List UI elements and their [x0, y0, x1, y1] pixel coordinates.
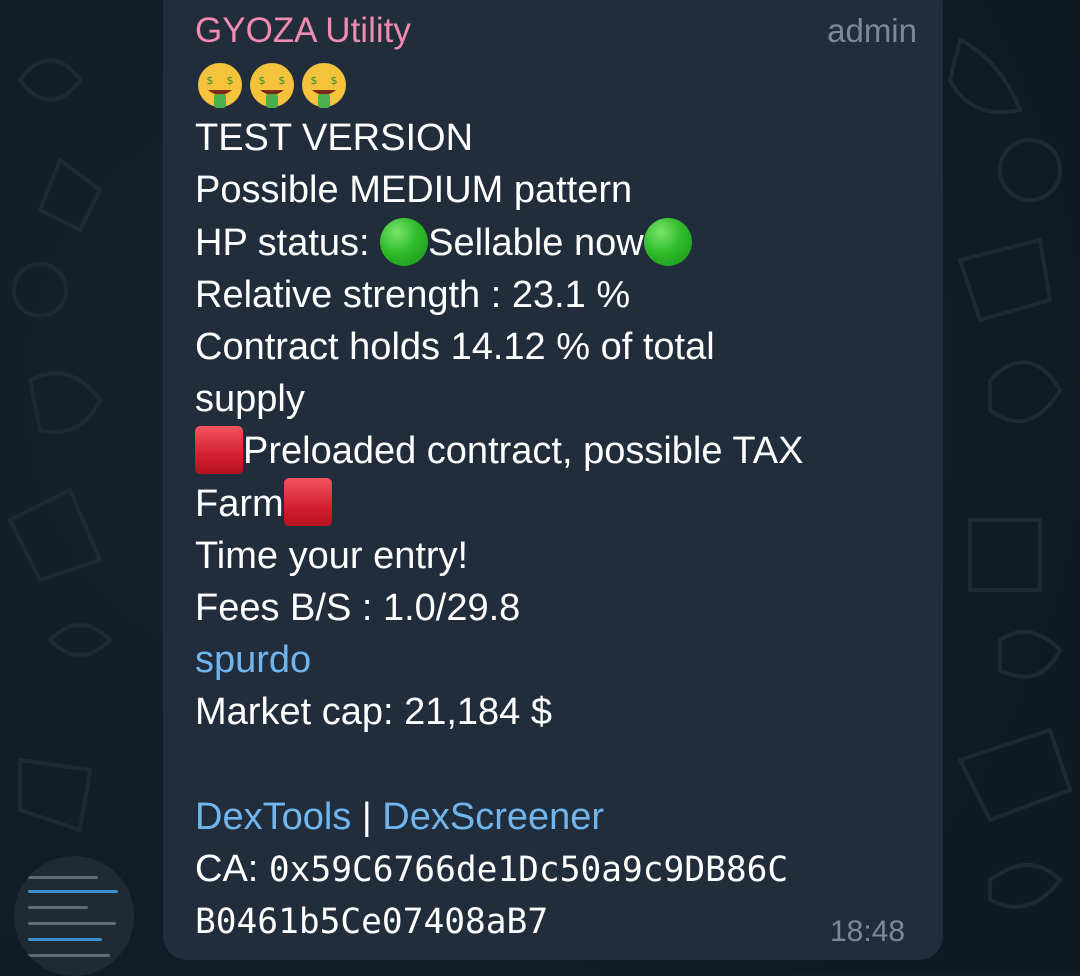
contract-holds-line-2: supply	[195, 378, 305, 421]
contract-address-part-2[interactable]: B0461b5Ce07408aB7	[195, 902, 548, 942]
hp-status-value: Sellable now	[428, 221, 644, 264]
emoji-row: $ $ $ $ $ $	[195, 60, 915, 112]
svg-text:$: $	[207, 74, 214, 87]
relative-strength-line: Relative strength : 23.1 %	[195, 273, 631, 316]
green-circle-icon	[380, 217, 429, 266]
contract-address-line-2: B0461b5Ce07408aB7	[195, 895, 915, 947]
money-mouth-face-icon: $ $	[250, 62, 294, 108]
hp-status-label: HP status:	[195, 221, 381, 264]
entry-line: Time your entry!	[195, 534, 469, 577]
svg-text:$: $	[331, 74, 338, 87]
svg-text:$: $	[227, 74, 234, 87]
preloaded-line-2: Farm	[195, 478, 915, 530]
test-version-line: TEST VERSION	[195, 117, 474, 160]
contract-address-part-1[interactable]: 0x59C6766de1Dc50a9c9DB86C	[269, 850, 788, 890]
market-cap-line: Market cap: 21,184 $	[195, 691, 552, 734]
message-text: $ $ $ $ $ $ TEST VERSION Possible MEDIUM…	[195, 60, 915, 947]
contract-holds-line: Contract holds 14.12 % of total	[195, 325, 715, 368]
svg-text:$: $	[279, 74, 286, 87]
token-link-line: spurdo	[195, 634, 915, 686]
contract-address-line: CA: 0x59C6766de1Dc50a9c9DB86C	[195, 843, 915, 895]
red-square-icon	[283, 478, 332, 527]
fees-line: Fees B/S : 1.0/29.8	[195, 586, 521, 629]
link-separator: |	[351, 795, 383, 838]
token-link[interactable]: spurdo	[195, 639, 311, 681]
money-mouth-face-icon: $ $	[302, 62, 346, 108]
red-square-icon	[195, 426, 243, 475]
admin-badge: admin	[827, 12, 917, 49]
svg-text:$: $	[259, 74, 266, 87]
message-time: 18:48	[830, 915, 906, 948]
green-circle-icon	[643, 217, 692, 266]
svg-text:$: $	[311, 74, 318, 87]
preloaded-text: Preloaded contract, possible TAX	[243, 430, 804, 473]
hp-status-line: HP status: Sellable now	[195, 217, 915, 269]
preloaded-line: Preloaded contract, possible TAX	[195, 425, 915, 477]
pattern-line: Possible MEDIUM pattern	[195, 169, 633, 212]
preloaded-text-2: Farm	[195, 482, 284, 525]
dextools-link[interactable]: DexTools	[195, 796, 351, 838]
links-line: DexTools | DexScreener	[195, 791, 915, 843]
money-mouth-face-icon: $ $	[198, 62, 242, 108]
contract-address-label: CA:	[195, 847, 269, 890]
dexscreener-link[interactable]: DexScreener	[382, 796, 604, 838]
avatar[interactable]	[14, 856, 134, 976]
sender-name[interactable]: GYOZA Utility	[195, 10, 411, 52]
